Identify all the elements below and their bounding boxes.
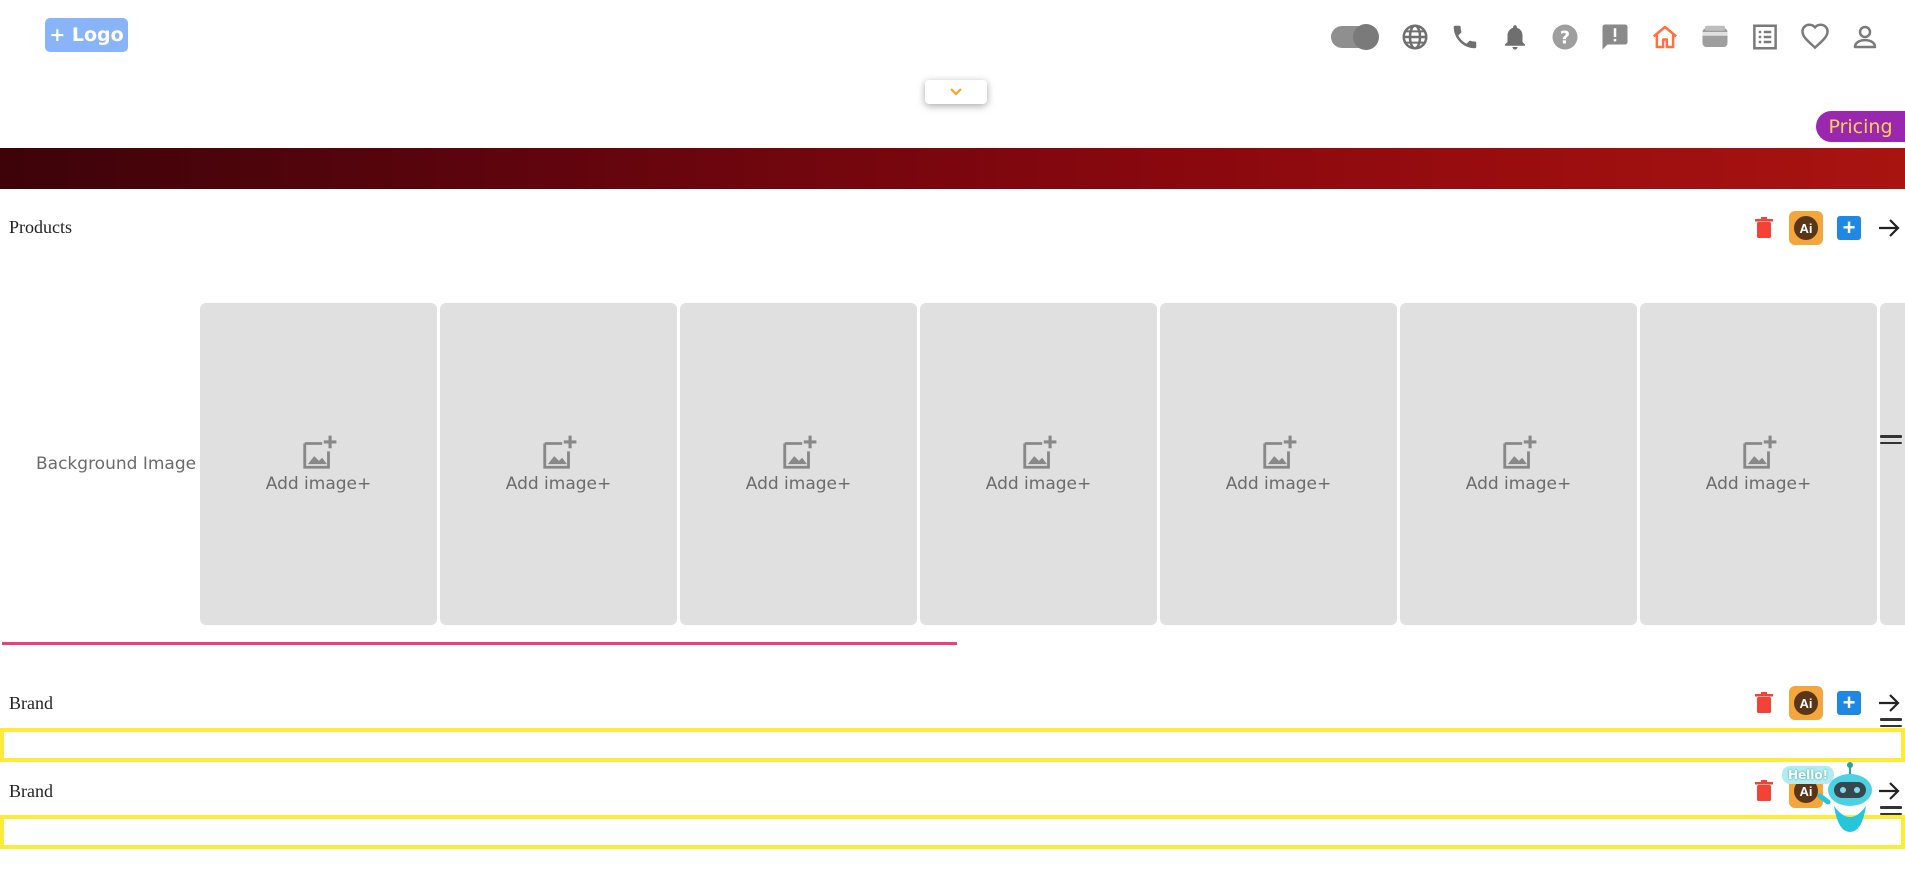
trash-icon bbox=[1755, 780, 1773, 801]
add-image-icon bbox=[1262, 435, 1296, 469]
header-banner bbox=[0, 148, 1905, 189]
robot-icon bbox=[1817, 762, 1872, 832]
svg-text:?: ? bbox=[1560, 28, 1570, 48]
products-section-title: Products bbox=[9, 217, 72, 237]
heart-icon[interactable] bbox=[1799, 21, 1831, 53]
delete-section-button[interactable] bbox=[1753, 690, 1775, 716]
help-icon[interactable]: ? bbox=[1549, 21, 1581, 53]
delete-section-button[interactable] bbox=[1753, 778, 1775, 804]
add-image-card-partial[interactable] bbox=[1880, 303, 1905, 625]
drag-handle-icon[interactable] bbox=[1880, 806, 1902, 815]
pricing-button[interactable]: Pricing bbox=[1816, 111, 1905, 142]
chevron-down-icon bbox=[950, 88, 962, 96]
phone-icon[interactable] bbox=[1449, 21, 1481, 53]
ai-generate-button[interactable]: Ai bbox=[1789, 211, 1823, 245]
add-image-icon bbox=[1022, 435, 1056, 469]
background-image-label: Background Image bbox=[36, 454, 197, 474]
add-image-label: Add image+ bbox=[1705, 474, 1812, 494]
add-logo-button[interactable]: + Logo bbox=[45, 18, 128, 52]
home-icon[interactable] bbox=[1649, 21, 1681, 53]
ai-label: Ai bbox=[1794, 216, 1818, 240]
feedback-icon[interactable] bbox=[1599, 21, 1631, 53]
add-image-card[interactable]: Add image+ bbox=[1640, 303, 1877, 625]
product-image-cards: Add image+ Add image+ Add image+ Add ima… bbox=[200, 303, 1905, 625]
add-image-label: Add image+ bbox=[745, 474, 852, 494]
assistant-chatbot[interactable]: Hello! bbox=[1782, 762, 1878, 834]
brand-section-title: Brand bbox=[9, 693, 53, 713]
brand-content-area[interactable] bbox=[0, 815, 1905, 849]
add-image-card[interactable]: Add image+ bbox=[920, 303, 1157, 625]
ai-label: Ai bbox=[1794, 691, 1818, 715]
add-image-card[interactable]: Add image+ bbox=[200, 303, 437, 625]
add-image-icon bbox=[1502, 435, 1536, 469]
add-image-label: Add image+ bbox=[1465, 474, 1572, 494]
brand-content-area[interactable] bbox=[0, 728, 1905, 762]
add-image-icon bbox=[542, 435, 576, 469]
add-image-card[interactable]: Add image+ bbox=[440, 303, 677, 625]
add-image-label: Add image+ bbox=[1225, 474, 1332, 494]
receipt-icon[interactable] bbox=[1749, 21, 1781, 53]
add-image-icon bbox=[302, 435, 336, 469]
add-image-icon bbox=[782, 435, 816, 469]
add-image-card[interactable]: Add image+ bbox=[1400, 303, 1637, 625]
brand-actions: Ai + bbox=[1753, 686, 1903, 720]
bell-icon[interactable] bbox=[1499, 21, 1531, 53]
products-actions: Ai + bbox=[1753, 211, 1903, 245]
expand-header-button[interactable] bbox=[925, 80, 987, 104]
trash-icon bbox=[1755, 692, 1773, 713]
arrow-right-icon[interactable] bbox=[1875, 777, 1903, 805]
top-toolbar: ? bbox=[1331, 20, 1881, 54]
arrow-right-icon[interactable] bbox=[1875, 214, 1903, 242]
drag-handle-icon[interactable] bbox=[1880, 718, 1902, 727]
drag-handle-icon[interactable] bbox=[1880, 435, 1902, 444]
globe-icon[interactable] bbox=[1399, 21, 1431, 53]
delete-section-button[interactable] bbox=[1753, 215, 1775, 241]
brand-section-title: Brand bbox=[9, 781, 53, 801]
add-item-button[interactable]: + bbox=[1837, 216, 1861, 240]
add-image-icon bbox=[1742, 435, 1776, 469]
user-icon[interactable] bbox=[1849, 21, 1881, 53]
theme-toggle[interactable] bbox=[1331, 24, 1379, 50]
add-image-label: Add image+ bbox=[505, 474, 612, 494]
wallet-icon[interactable] bbox=[1699, 21, 1731, 53]
add-image-card[interactable]: Add image+ bbox=[1160, 303, 1397, 625]
arrow-right-icon[interactable] bbox=[1875, 689, 1903, 717]
section-divider bbox=[2, 642, 957, 645]
ai-generate-button[interactable]: Ai bbox=[1789, 686, 1823, 720]
add-item-button[interactable]: + bbox=[1837, 691, 1861, 715]
add-image-label: Add image+ bbox=[985, 474, 1092, 494]
add-image-card[interactable]: Add image+ bbox=[680, 303, 917, 625]
add-image-label: Add image+ bbox=[265, 474, 372, 494]
trash-icon bbox=[1755, 217, 1773, 238]
